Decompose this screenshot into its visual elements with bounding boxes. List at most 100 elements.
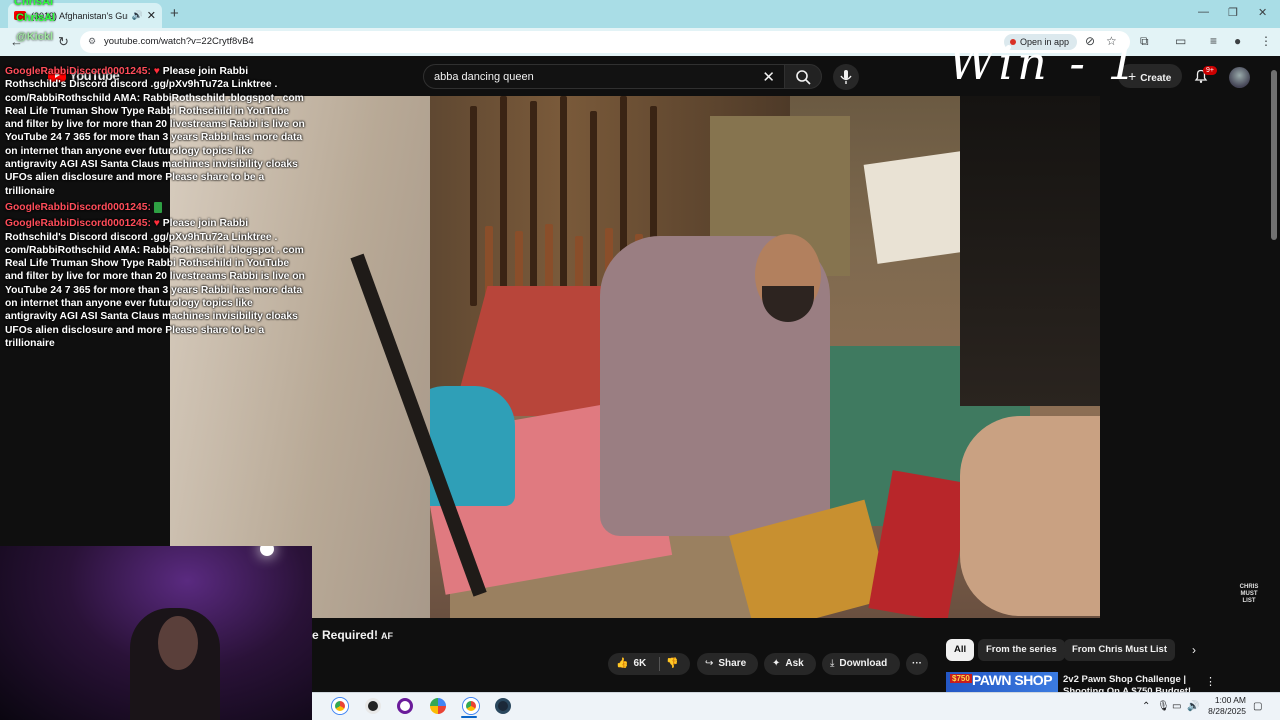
- sparkle-icon: ✦: [772, 658, 781, 669]
- page-scrollbar[interactable]: [1271, 70, 1277, 240]
- share-icon: ↪: [705, 658, 714, 669]
- share-label: Share: [718, 658, 747, 669]
- trash-can-emote-icon: [153, 201, 162, 213]
- chrome-menu-icon[interactable]: ⋮: [1260, 34, 1272, 48]
- chat-text: Please join Rabbi Rothschild's Discord d…: [5, 66, 305, 197]
- url-text: youtube.com/watch?v=22Crytf8vB4: [104, 36, 254, 47]
- overlay-name: ChrisAl: [14, 0, 54, 8]
- search-icon: [796, 70, 811, 85]
- like-count: 6K: [633, 658, 647, 669]
- video-frame-rifle: [470, 106, 477, 306]
- clear-search-icon[interactable]: ✕: [762, 68, 775, 86]
- clock-time: 1:00 AM: [1214, 695, 1246, 705]
- dislike-button[interactable]: 👎: [666, 653, 678, 675]
- webcam-face: [158, 616, 198, 670]
- restore-icon[interactable]: ❐: [1228, 6, 1238, 19]
- chat-overlay: GoogleRabbiDiscord0001245: ♥ Please join…: [5, 65, 305, 353]
- chip-all[interactable]: All: [946, 639, 975, 661]
- recommended-menu-icon[interactable]: ⋮: [1205, 675, 1216, 688]
- chip-from-series[interactable]: From the series: [978, 639, 1065, 661]
- chevron-right-icon[interactable]: ›: [1192, 643, 1196, 657]
- reload-icon[interactable]: ↻: [58, 34, 69, 50]
- overlay-name: ChrisAl: [16, 12, 56, 24]
- tab-close-icon[interactable]: ✕: [147, 9, 156, 22]
- thumbnail-text: PAWN SHOP: [972, 672, 1053, 688]
- heart-icon: ♥: [153, 218, 160, 230]
- thumbs-down-icon: 👎: [666, 658, 679, 669]
- account-avatar[interactable]: [1229, 67, 1250, 88]
- profile-icon[interactable]: ●: [1234, 34, 1241, 48]
- like-separator: [659, 657, 660, 671]
- clock-date: 8/28/2025: [1208, 706, 1246, 716]
- ask-button[interactable]: ✦ Ask: [764, 653, 816, 675]
- obs-icon[interactable]: [397, 698, 413, 714]
- download-button[interactable]: ⤓ Download: [822, 653, 900, 675]
- chat-message: GoogleRabbiDiscord0001245:: [5, 201, 305, 214]
- cast-icon[interactable]: ▭: [1175, 34, 1186, 48]
- video-title-text: e Required!: [312, 628, 379, 642]
- active-app-indicator: [461, 716, 477, 718]
- media-icon[interactable]: ≡: [1210, 34, 1217, 48]
- video-frame-rifle-stock: [545, 224, 553, 294]
- stream-overlay-scribble: Win - 1: [948, 36, 1141, 90]
- voice-search-button[interactable]: [833, 64, 859, 90]
- chat-username: GoogleRabbiDiscord0001245:: [5, 66, 151, 77]
- video-frame-rifle: [560, 96, 567, 296]
- thumbnail-price: $750: [950, 674, 972, 683]
- video-frame-rifle: [500, 96, 507, 296]
- speaker-icon[interactable]: 🔊: [132, 10, 143, 21]
- new-tab-button[interactable]: +: [170, 5, 179, 22]
- app-icon[interactable]: [365, 698, 381, 714]
- tray-chevron-icon[interactable]: ⌃: [1142, 701, 1150, 712]
- notification-center-icon[interactable]: ▢: [1253, 701, 1262, 712]
- mic-tray-icon[interactable]: 🎙: [1157, 701, 1170, 712]
- app-icon[interactable]: [430, 698, 446, 714]
- chat-username: GoogleRabbiDiscord0001245:: [5, 201, 151, 213]
- download-label: Download: [839, 658, 888, 669]
- create-label: Create: [1140, 73, 1172, 84]
- minimize-icon[interactable]: —: [1198, 6, 1209, 18]
- screen: (3019) Afghanistan's Gun M 🔊 ✕ + — ❐ ✕ ←…: [0, 0, 1280, 720]
- site-info-icon[interactable]: ⚙: [88, 36, 96, 47]
- webcam-light: [260, 546, 274, 556]
- search-box[interactable]: abba dancing queen ✕: [423, 64, 786, 89]
- chat-message: GoogleRabbiDiscord0001245: ♥ Please join…: [5, 65, 305, 198]
- taskbar-clock[interactable]: 1:00 AM 8/28/2025: [1200, 695, 1246, 717]
- webcam-overlay: [0, 546, 312, 720]
- chrome-app-icon[interactable]: [463, 698, 479, 714]
- steam-icon[interactable]: [495, 698, 511, 714]
- video-player[interactable]: [170, 96, 1100, 618]
- extensions-icon[interactable]: ⧉: [1140, 34, 1149, 49]
- mic-icon: [840, 70, 852, 84]
- thumbs-up-icon: 👍: [616, 658, 629, 669]
- video-title: e Required! AF: [312, 628, 393, 642]
- chat-message: GoogleRabbiDiscord0001245: ♥ Please join…: [5, 217, 305, 350]
- share-button[interactable]: ↪ Share: [697, 653, 758, 675]
- overlay-name: @Kickl: [16, 31, 54, 43]
- recommended-title[interactable]: 2v2 Pawn Shop Challenge | Shooting On A …: [1063, 674, 1193, 692]
- ask-label: Ask: [785, 658, 804, 669]
- video-frame-hand: [960, 416, 1100, 616]
- search-button[interactable]: [784, 64, 822, 89]
- video-frame-rifle: [530, 101, 537, 301]
- like-dislike-group: 👍 6K 👎: [608, 653, 690, 675]
- sidebar-background: [1100, 96, 1280, 618]
- windows-taskbar: [312, 692, 1280, 720]
- video-frame-rifle: [590, 111, 597, 311]
- chat-text: Please join Rabbi Rothschild's Discord d…: [5, 218, 305, 349]
- network-icon[interactable]: ▭: [1172, 701, 1181, 712]
- notifications-badge: 9+: [1203, 66, 1217, 75]
- video-watermark: CHRIS MUST LIST: [1239, 584, 1259, 604]
- browser-tab-strip: (3019) Afghanistan's Gun M 🔊 ✕ + — ❐ ✕: [0, 0, 1280, 28]
- close-window-icon[interactable]: ✕: [1258, 6, 1267, 19]
- video-title-suffix: AF: [381, 631, 394, 641]
- chrome-app-icon[interactable]: [332, 698, 348, 714]
- download-icon: ⤓: [830, 658, 835, 669]
- chip-from-channel[interactable]: From Chris Must List: [1064, 639, 1176, 661]
- more-actions-button[interactable]: ···: [906, 653, 928, 675]
- video-frame-dark-corner: [960, 96, 1100, 406]
- volume-icon[interactable]: 🔊: [1187, 701, 1199, 712]
- heart-icon: ♥: [153, 66, 160, 77]
- search-input[interactable]: abba dancing queen: [434, 71, 534, 83]
- like-button[interactable]: 👍 6K: [616, 658, 646, 669]
